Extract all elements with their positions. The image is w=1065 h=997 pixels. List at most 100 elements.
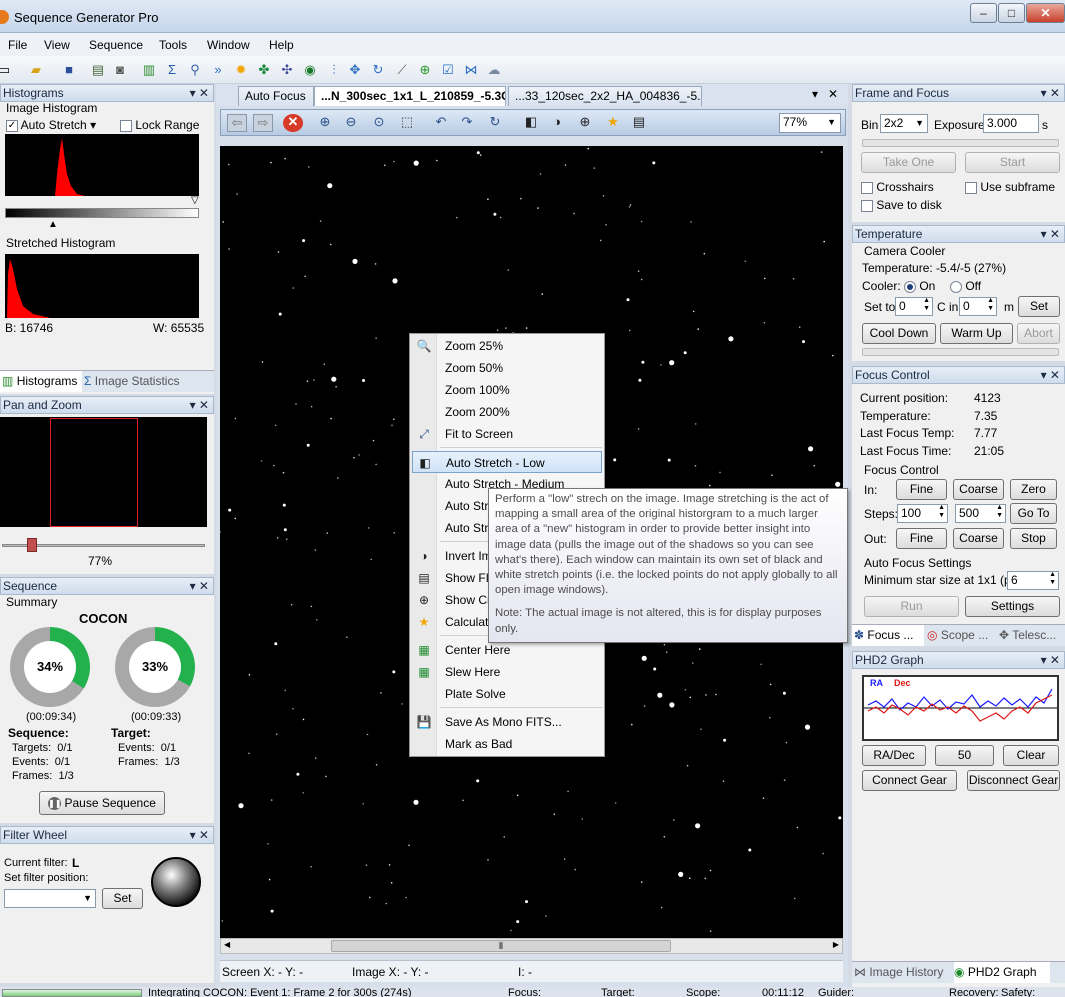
tab-auto-focus[interactable]: Auto Focus [238,86,314,106]
open-folder-icon[interactable]: ▰ [28,62,44,78]
white-point-slider[interactable]: ▽ [191,195,199,206]
in-coarse-button[interactable]: Coarse [953,479,1004,500]
select-region-icon[interactable]: ⬚ [399,114,415,130]
panel-controls[interactable]: ▾ ✕ [190,397,209,413]
horizontal-scrollbar[interactable]: ⦀ ◀ ▶ [220,938,843,954]
zoom-out-icon[interactable]: ⊖ [343,114,359,130]
filter-wheel-icon[interactable]: ✤ [256,62,272,78]
tab-list-icon[interactable]: ▾ [812,87,818,101]
checklist-icon[interactable]: ☑ [440,62,456,78]
pan-zoom-thumbnail[interactable] [0,417,207,527]
forward-icon[interactable]: » [210,62,226,78]
out-fine-button[interactable]: Fine [896,528,947,549]
guider-icon[interactable]: ✣ [279,62,295,78]
menu-sequence[interactable]: Sequence [89,38,143,52]
set-temperature-button[interactable]: Set [1018,296,1060,317]
in-fine-button[interactable]: Fine [896,479,947,500]
lock-range-toggle[interactable]: Lock Range [120,118,199,132]
tab-image-statistics[interactable]: Σ Image Statistics [84,371,194,392]
zero-button[interactable]: Zero [1010,479,1057,500]
rotate-right-icon[interactable]: ↷ [459,114,475,130]
camera-icon[interactable]: ◙ [112,62,128,78]
filter-position-select[interactable]: ▼ [4,889,96,908]
goto-button[interactable]: Go To [1010,503,1057,524]
menu-view[interactable]: View [44,38,70,52]
zoom-in-icon[interactable]: ⊕ [317,114,333,130]
scroll-right-icon[interactable]: ▶ [833,940,839,949]
close-window-button[interactable]: ✕ [1026,3,1065,23]
cool-down-button[interactable]: Cool Down [862,323,936,344]
tab-focus[interactable]: ✽ Focus ... [852,625,924,646]
panel-controls[interactable]: ▾ ✕ [190,827,209,843]
save-icon[interactable]: ■ [61,62,77,78]
exposure-input[interactable]: 3.000 [983,114,1039,133]
context-menu-item-auto-stretch-low[interactable]: ◧ Auto Stretch - Low [412,451,602,473]
spinner-icon[interactable]: ▲ ▼ [996,504,1003,520]
panel-controls[interactable]: ▾ ✕ [190,85,209,101]
panel-controls[interactable]: ▾ ✕ [1041,226,1060,242]
stretch-icon[interactable]: ◧ [523,114,539,130]
scroll-left-icon[interactable]: ◀ [224,940,230,949]
rotate-left-icon[interactable]: ↶ [433,114,449,130]
context-menu-item-zoom-25[interactable]: 🔍 Zoom 25% [412,335,602,357]
panel-controls[interactable]: ▾ ✕ [190,578,209,594]
move-icon[interactable]: ✥ [347,62,363,78]
context-menu-item-slew-here[interactable]: ▦ Slew Here [412,661,602,683]
use-subframe-checkbox[interactable]: Use subframe [965,180,1055,194]
clear-graph-button[interactable]: Clear [1003,745,1059,766]
target-icon[interactable]: ⊕ [417,62,433,78]
crosshairs-icon[interactable]: ⊕ [577,114,593,130]
tab-image-l[interactable]: ...N_300sec_1x1_L_210859_-5.3C [314,86,506,106]
zoom-fit-icon[interactable]: ⊙ [371,114,387,130]
viewport-rectangle[interactable] [50,418,138,527]
disconnect-gear-button[interactable]: Disconnect Gear [967,770,1060,791]
bin-select[interactable]: 2x2 ▼ [880,114,928,133]
tab-image-history[interactable]: ⋈ Image History [854,962,954,983]
cooler-off-radio[interactable]: Off [950,279,981,293]
context-menu-item-save-as-mono-fits[interactable]: 💾 Save As Mono FITS... [412,711,602,733]
chevron-down-icon[interactable]: ▾ [90,118,96,132]
save-to-disk-checkbox[interactable]: Save to disk [861,198,942,212]
graph-scale-button[interactable]: 50 [935,745,994,766]
forward-icon[interactable]: ⇨ [253,114,273,132]
coarse-steps-input[interactable]: 500 ▲ ▼ [955,504,1006,523]
crosshairs-checkbox[interactable]: Crosshairs [861,180,934,194]
fits-header-icon[interactable]: ▤ [631,114,647,130]
scrollbar-thumb[interactable]: ⦀ [331,940,671,952]
plate-solve-icon[interactable]: ⋈ [463,62,479,78]
context-menu-item-zoom-50[interactable]: Zoom 50% [412,357,602,379]
new-icon[interactable]: ▭ [0,62,12,78]
out-coarse-button[interactable]: Coarse [953,528,1004,549]
stop-button[interactable]: Stop [1010,528,1057,549]
sigma-icon[interactable]: Σ [164,62,180,78]
spinner-icon[interactable]: ▲ ▼ [923,297,930,313]
context-menu-item-zoom-100[interactable]: Zoom 100% [412,379,602,401]
panel-controls[interactable]: ▾ ✕ [1041,652,1060,668]
tab-histograms[interactable]: ▥ Histograms [0,371,82,392]
menu-help[interactable]: Help [269,38,294,52]
minimize-button[interactable]: – [970,3,997,23]
sequence-icon[interactable]: ▤ [90,62,106,78]
focuser-icon[interactable]: ◉ [302,62,318,78]
black-point-slider[interactable]: ▲ [48,219,58,230]
tab-scope[interactable]: ◎ Scope ... [927,625,997,646]
panel-controls[interactable]: ▾ ✕ [1041,367,1060,383]
warm-up-button[interactable]: Warm Up [940,323,1013,344]
spinner-icon[interactable]: ▲ ▼ [938,504,945,520]
maximize-button[interactable]: □ [998,3,1025,23]
auto-stretch-toggle[interactable]: ✓ Auto Stretch ▾ [6,118,96,132]
menu-tools[interactable]: Tools [159,38,187,52]
histogram-icon[interactable]: ▥ [141,62,157,78]
weather-icon[interactable]: ☁ [486,62,502,78]
min-star-size-input[interactable]: 6 ▲ ▼ [1007,571,1059,590]
image-zoom-select[interactable]: 77% ▼ [779,113,841,133]
rotator-icon[interactable]: ⫶ [326,62,342,78]
run-autofocus-button[interactable]: Run [864,596,959,617]
set-filter-button[interactable]: Set [102,888,143,909]
menu-window[interactable]: Window [207,38,250,52]
start-button[interactable]: Start [965,152,1060,173]
context-menu-item-fit-to-screen[interactable]: ⤢ Fit to Screen [412,423,602,445]
fine-steps-input[interactable]: 100 ▲ ▼ [897,504,948,523]
sun-icon[interactable]: ✹ [233,62,249,78]
autofocus-settings-button[interactable]: Settings [965,596,1060,617]
